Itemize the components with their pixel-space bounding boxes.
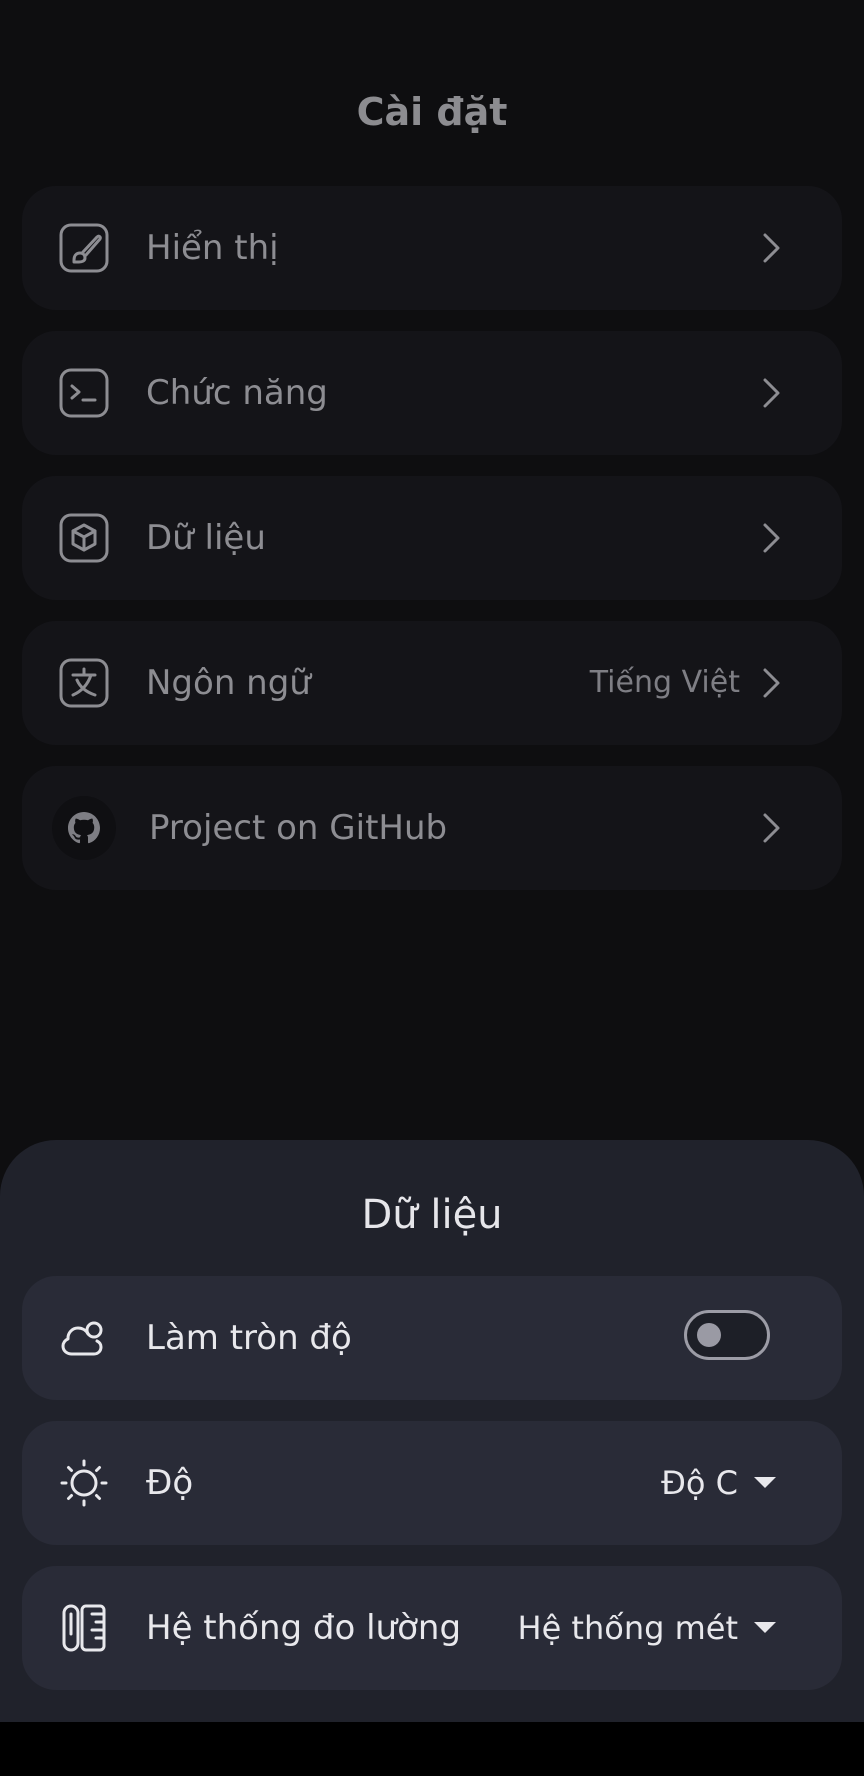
- ruler-icon: [62, 1604, 106, 1652]
- measurement-system-row[interactable]: Hệ thống đo lường Hệ thống mét: [22, 1566, 842, 1690]
- sheet-list: Làm tròn độ Độ Độ C Hệ thống đo lường Hệ…: [22, 1276, 842, 1711]
- settings-item-data[interactable]: Dữ liệu: [22, 476, 842, 600]
- chevron-right-icon: [763, 233, 780, 263]
- sun-icon: [60, 1459, 108, 1507]
- cube-icon: [59, 513, 109, 563]
- temperature-unit-label: Độ: [146, 1463, 194, 1503]
- language-value: Tiếng Việt: [589, 665, 740, 700]
- settings-item-functions[interactable]: Chức năng: [22, 331, 842, 455]
- measurement-system-value: Hệ thống mét: [517, 1609, 739, 1647]
- cloud-sun-icon: [61, 1321, 103, 1356]
- temperature-unit-dropdown[interactable]: Độ C: [661, 1421, 776, 1545]
- chevron-right-icon: [763, 668, 780, 698]
- settings-item-label: Project on GitHub: [149, 808, 448, 848]
- settings-list: Hiển thị Chức năng Dữ liệu Ngôn ngữ Tiến…: [22, 186, 842, 911]
- terminal-icon: [59, 368, 109, 418]
- rounding-row[interactable]: Làm tròn độ: [22, 1276, 842, 1400]
- rounding-label: Làm tròn độ: [146, 1318, 352, 1358]
- caret-down-icon: [754, 1621, 776, 1633]
- temperature-unit-value: Độ C: [661, 1464, 738, 1502]
- github-icon: [52, 796, 116, 860]
- temperature-unit-row[interactable]: Độ Độ C: [22, 1421, 842, 1545]
- measurement-system-dropdown[interactable]: Hệ thống mét: [517, 1566, 776, 1690]
- settings-item-label: Ngôn ngữ: [146, 663, 311, 703]
- settings-item-github[interactable]: Project on GitHub: [22, 766, 842, 890]
- brush-icon: [59, 223, 109, 273]
- settings-item-label: Hiển thị: [146, 228, 279, 268]
- language-icon: [59, 658, 109, 708]
- sheet-title: Dữ liệu: [361, 1192, 503, 1238]
- system-navigation-bar: [0, 1722, 864, 1776]
- settings-item-language[interactable]: Ngôn ngữ Tiếng Việt: [22, 621, 842, 745]
- chevron-right-icon: [763, 523, 780, 553]
- data-bottom-sheet: Dữ liệu Làm tròn độ Độ Độ C Hệ thống đo …: [0, 1140, 864, 1722]
- settings-item-display[interactable]: Hiển thị: [22, 186, 842, 310]
- settings-item-label: Dữ liệu: [146, 518, 266, 558]
- rounding-toggle[interactable]: [684, 1310, 770, 1360]
- settings-item-label: Chức năng: [146, 373, 328, 413]
- page-title: Cài đặt: [356, 90, 508, 134]
- chevron-right-icon: [763, 813, 780, 843]
- toggle-knob: [697, 1323, 721, 1347]
- measurement-system-label: Hệ thống đo lường: [146, 1608, 462, 1648]
- chevron-right-icon: [763, 378, 780, 408]
- caret-down-icon: [754, 1476, 776, 1488]
